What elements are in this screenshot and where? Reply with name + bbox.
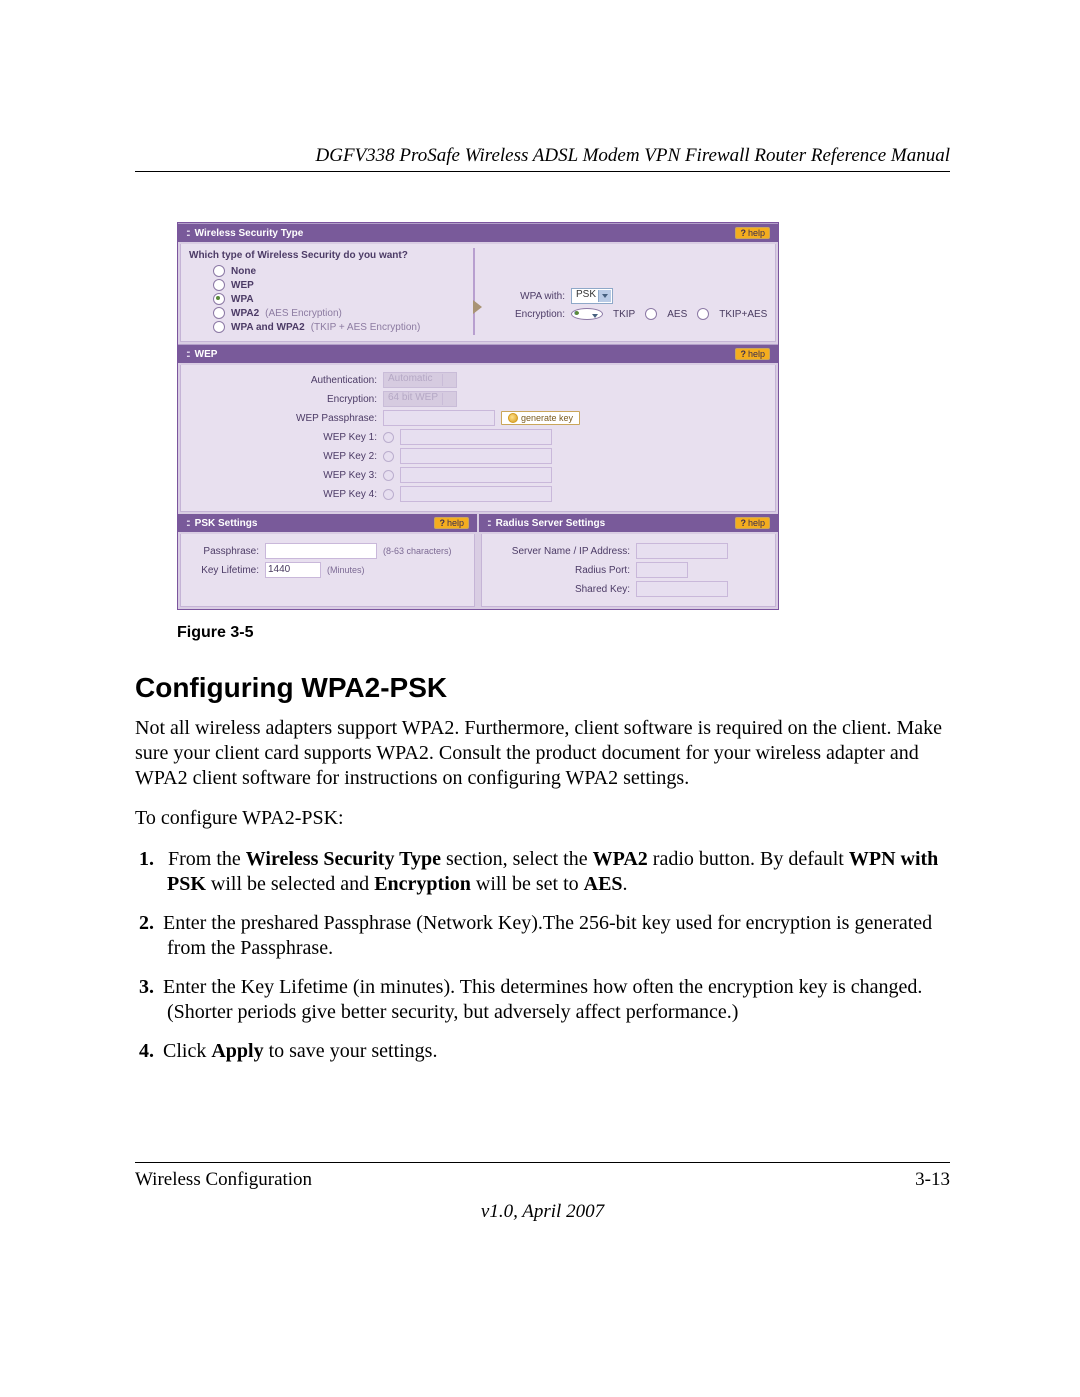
wep-pass-label: WEP Passphrase: [187, 413, 377, 424]
wep-key4-label: WEP Key 4: [187, 489, 377, 500]
help-button[interactable]: help [735, 227, 770, 239]
radius-port-input [636, 562, 688, 578]
opt-label: WEP [231, 280, 254, 291]
header-rule [135, 171, 950, 172]
help-button[interactable]: help [735, 348, 770, 360]
radius-server-label: Server Name / IP Address: [490, 546, 630, 557]
running-header: DGFV338 ProSafe Wireless ADSL Modem VPN … [135, 145, 950, 167]
encryption-label: Encryption: [493, 309, 565, 320]
opt-label: None [231, 266, 256, 277]
footer-rule [135, 1162, 950, 1163]
psk-pass-unit: (8-63 characters) [383, 546, 452, 556]
panel-title: WEP [186, 349, 217, 360]
panel-security-type: Wireless Security Type help Which type o… [178, 223, 778, 342]
wep-pass-input [383, 410, 495, 426]
radio-icon [213, 293, 225, 305]
panel-wep: WEP help Authentication: Automatic Encryp… [178, 344, 778, 512]
wpa-with-label: WPA with: [493, 291, 565, 302]
wep-key1-label: WEP Key 1: [187, 432, 377, 443]
radius-key-label: Shared Key: [490, 584, 630, 595]
wep-key1-input [400, 429, 552, 445]
psk-life-unit: (Minutes) [327, 565, 365, 575]
wep-auth-label: Authentication: [187, 375, 377, 386]
panel-psk: PSK Settings help Passphrase: (8-63 char… [178, 514, 477, 609]
radio-icon [213, 307, 225, 319]
enc-aes-label: AES [667, 309, 687, 320]
wep-enc-label: Encryption: [187, 394, 377, 405]
radius-key-input [636, 581, 728, 597]
psk-life-input[interactable]: 1440 [265, 562, 321, 578]
opt-label: WPA [231, 294, 254, 305]
footer-version: v1.0, April 2007 [135, 1201, 950, 1223]
help-button[interactable]: help [434, 517, 469, 529]
security-question: Which type of Wireless Security do you w… [189, 250, 463, 261]
wep-key2-label: WEP Key 2: [187, 451, 377, 462]
psk-pass-label: Passphrase: [189, 546, 259, 557]
opt-wpa-and-wpa2[interactable]: WPA and WPA2 (TKIP + AES Encryption) [213, 321, 463, 333]
section-heading: Configuring WPA2-PSK [135, 672, 950, 704]
wep-key3-radio [383, 470, 394, 481]
enc-tkip-label: TKIP [613, 309, 635, 320]
wpa-with-select[interactable]: PSK [571, 288, 613, 304]
psk-pass-input[interactable] [265, 543, 377, 559]
wep-key2-radio [383, 451, 394, 462]
panel-title: Wireless Security Type [186, 228, 303, 239]
footer-page-number: 3-13 [915, 1169, 950, 1191]
opt-wep[interactable]: WEP [213, 279, 463, 291]
step-3: 3.Enter the Key Lifetime (in minutes). T… [163, 975, 950, 1025]
figure-screenshot: Wireless Security Type help Which type o… [177, 222, 950, 610]
opt-label: WPA and WPA2 [231, 322, 305, 333]
panel-title: PSK Settings [186, 518, 257, 529]
panel-radius: Radius Server Settings help Server Name … [479, 514, 778, 609]
step-1: 1. From the Wireless Security Type secti… [163, 847, 950, 897]
generate-key-button[interactable]: generate key [501, 411, 580, 425]
panel-title: Radius Server Settings [487, 518, 605, 529]
wep-enc-select: 64 bit WEP [383, 391, 457, 407]
radio-icon [213, 321, 225, 333]
opt-hint: (AES Encryption) [265, 308, 342, 319]
lead-in-paragraph: To configure WPA2-PSK: [135, 806, 950, 831]
enc-both-radio[interactable] [697, 308, 709, 320]
wep-key1-radio [383, 432, 394, 443]
wep-auth-select: Automatic [383, 372, 457, 388]
radius-server-input [636, 543, 728, 559]
opt-wpa[interactable]: WPA [213, 293, 463, 305]
opt-hint: (TKIP + AES Encryption) [311, 322, 421, 333]
wep-key4-radio [383, 489, 394, 500]
footer-section-name: Wireless Configuration [135, 1169, 312, 1191]
enc-tkip-radio[interactable] [571, 308, 603, 320]
psk-life-label: Key Lifetime: [189, 565, 259, 576]
wep-key2-input [400, 448, 552, 464]
arrow-icon [473, 300, 482, 314]
radio-icon [213, 265, 225, 277]
radio-icon [213, 279, 225, 291]
enc-both-label: TKIP+AES [719, 309, 767, 320]
wep-key3-label: WEP Key 3: [187, 470, 377, 481]
help-button[interactable]: help [735, 517, 770, 529]
wep-key3-input [400, 467, 552, 483]
opt-none[interactable]: None [213, 265, 463, 277]
intro-paragraph: Not all wireless adapters support WPA2. … [135, 716, 950, 790]
enc-aes-radio[interactable] [645, 308, 657, 320]
steps-list: 1. From the Wireless Security Type secti… [135, 847, 950, 1064]
figure-caption: Figure 3-5 [177, 624, 950, 642]
radius-port-label: Radius Port: [490, 565, 630, 576]
step-4: 4.Click Apply to save your settings. [163, 1039, 950, 1064]
step-2: 2.Enter the preshared Passphrase (Networ… [163, 911, 950, 961]
wep-key4-input [400, 486, 552, 502]
opt-wpa2[interactable]: WPA2 (AES Encryption) [213, 307, 463, 319]
opt-label: WPA2 [231, 308, 259, 319]
